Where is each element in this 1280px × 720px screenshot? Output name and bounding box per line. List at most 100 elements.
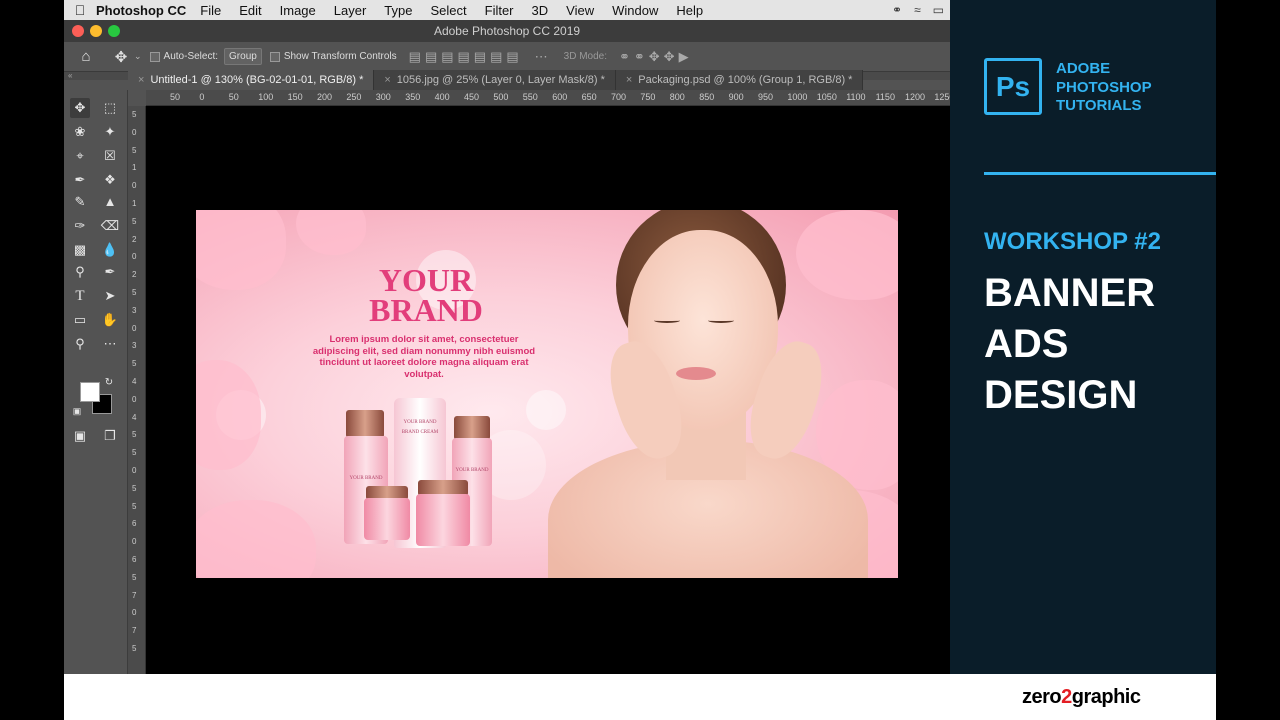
menu-edit[interactable]: Edit <box>239 3 261 18</box>
ruler-tick-label: 1 <box>132 199 137 208</box>
default-colors-icon[interactable]: ▣ <box>70 404 84 418</box>
menu-select[interactable]: Select <box>430 3 466 18</box>
rectangle-tool-icon[interactable]: ▭ <box>70 310 90 330</box>
canvas-pasteboard[interactable]: YOUR BRAND Lorem ipsum dolor sit amet, c… <box>146 106 950 674</box>
bottom-strip: zero2graphic <box>64 674 1216 720</box>
zoom-window-button[interactable] <box>108 25 120 37</box>
creative-cloud-icon[interactable]: ⚭ <box>892 3 902 17</box>
minimize-window-button[interactable] <box>90 25 102 37</box>
magic-wand-tool-icon[interactable]: ✦ <box>100 122 120 142</box>
edit-toolbar-icon[interactable]: ⋯ <box>100 334 120 354</box>
ruler-tick-label: 350 <box>405 92 421 102</box>
ruler-tick-label: 0 <box>132 608 137 618</box>
align-icons[interactable]: ▤▤▤▤▤▤▤ <box>409 49 523 65</box>
menu-layer[interactable]: Layer <box>334 3 367 18</box>
hand-tool-icon[interactable]: ✋ <box>100 310 120 330</box>
ruler-tick-label: 650 <box>581 92 597 102</box>
ruler-tick-label: 3 <box>132 341 137 351</box>
model-lips <box>676 367 716 380</box>
clone-stamp-tool-icon[interactable]: ▲ <box>100 192 120 212</box>
wifi-icon[interactable]: ≈ <box>914 3 921 17</box>
home-icon[interactable]: ⌂ <box>64 48 108 65</box>
ruler-tick-label: 5 <box>132 448 137 458</box>
tab-untitled-1[interactable]: × Untitled-1 @ 130% (BG-02-01-01, RGB/8) … <box>128 70 375 90</box>
apple-icon[interactable]:  <box>64 2 96 18</box>
close-tab-icon[interactable]: × <box>626 74 632 86</box>
large-jar-product <box>416 494 470 546</box>
tutorial-sidebar: Ps ADOBE PHOTOSHOP TUTORIALS WORKSHOP #2… <box>950 0 1216 674</box>
menu-type[interactable]: Type <box>384 3 412 18</box>
banner-body-text: Lorem ipsum dolor sit amet, consectetuer… <box>312 334 536 380</box>
auto-select-dropdown[interactable]: Group <box>224 48 262 65</box>
menu-help[interactable]: Help <box>676 3 703 18</box>
close-tab-icon[interactable]: × <box>138 74 144 86</box>
blossom-decoration <box>796 210 898 300</box>
marquee-tool-icon[interactable]: ⬚ <box>100 98 120 118</box>
foreground-color-swatch[interactable] <box>80 382 100 402</box>
3d-mode-icons[interactable]: ⚭⚭✥✥▶ <box>619 49 693 65</box>
blur-tool-icon[interactable]: 💧 <box>100 240 120 260</box>
ruler-tick-label: 300 <box>375 92 391 102</box>
battery-icon[interactable]: ▭ <box>933 3 944 17</box>
menu-filter[interactable]: Filter <box>485 3 514 18</box>
swap-colors-icon[interactable]: ↻ <box>102 376 116 390</box>
menu-view[interactable]: View <box>566 3 594 18</box>
menu-window[interactable]: Window <box>612 3 658 18</box>
menu-file[interactable]: File <box>200 3 221 18</box>
zoom-tool-icon[interactable]: ⚲ <box>70 334 90 354</box>
eyedropper-tool-icon[interactable]: ✒ <box>70 170 90 190</box>
ruler-tick-label: 900 <box>728 92 744 102</box>
bottle-label: YOUR BRAND <box>349 476 383 481</box>
ruler-tick-label: 5 <box>132 359 137 369</box>
banner-artwork[interactable]: YOUR BRAND Lorem ipsum dolor sit amet, c… <box>196 210 898 578</box>
ruler-tick-label: 700 <box>611 92 627 102</box>
menu-image[interactable]: Image <box>280 3 316 18</box>
type-tool-icon[interactable]: T <box>70 286 90 306</box>
tab-label: Packaging.psd @ 100% (Group 1, RGB/8) * <box>638 74 853 86</box>
tutorial-brand: ADOBE PHOTOSHOP TUTORIALS <box>1056 60 1152 116</box>
brand-line: TUTORIALS <box>1056 97 1142 114</box>
auto-select-checkbox[interactable] <box>149 51 160 62</box>
ruler-tick-label: 150 <box>287 92 303 102</box>
crop-tool-icon[interactable]: ⌖ <box>70 146 90 166</box>
ruler-tick-label: 500 <box>493 92 509 102</box>
ruler-tick-label: 2 <box>132 234 137 244</box>
bottle-cap <box>346 410 384 438</box>
blossom-decoration <box>296 210 366 255</box>
show-transform-checkbox[interactable] <box>269 51 280 62</box>
ruler-tick-label: 200 <box>317 92 333 102</box>
ruler-tick-label: 5 <box>132 430 137 440</box>
eraser-tool-icon[interactable]: ⌫ <box>100 216 120 236</box>
quick-mask-icon[interactable]: ▣ <box>70 426 90 446</box>
tab-packaging-psd[interactable]: × Packaging.psd @ 100% (Group 1, RGB/8) * <box>615 70 864 90</box>
brand-title-line2: BRAND <box>369 292 483 328</box>
move-tool-icon[interactable]: ✥ <box>108 48 134 66</box>
ruler-tick-label: 5 <box>132 110 137 119</box>
gradient-tool-icon[interactable]: ▩ <box>70 240 90 260</box>
tube-label: YOUR BRAND <box>403 420 437 425</box>
small-jar-product <box>364 498 410 540</box>
tool-preset-chevron-icon[interactable]: ⌄ <box>134 51 142 62</box>
brush-tool-icon[interactable]: ✎ <box>70 192 90 212</box>
move-tool-icon[interactable]: ✥ <box>70 98 90 118</box>
screen-mode-icon[interactable]: ❐ <box>100 426 120 446</box>
close-window-button[interactable] <box>72 25 84 37</box>
3d-mode-label: 3D Mode: <box>563 51 607 62</box>
lasso-tool-icon[interactable]: ❀ <box>70 122 90 142</box>
frame-tool-icon[interactable]: ☒ <box>100 146 120 166</box>
blossom-decoration <box>196 210 286 290</box>
history-brush-tool-icon[interactable]: ✑ <box>70 216 90 236</box>
more-options-icon[interactable]: ⋯ <box>535 49 552 65</box>
close-tab-icon[interactable]: × <box>384 74 390 86</box>
ruler-tick-label: 5 <box>132 145 137 155</box>
tab-1056-jpg[interactable]: × 1056.jpg @ 25% (Layer 0, Layer Mask/8) … <box>374 70 616 90</box>
dodge-tool-icon[interactable]: ⚲ <box>70 262 90 282</box>
ruler-tick-label: 1050 <box>816 92 837 102</box>
healing-brush-tool-icon[interactable]: ❖ <box>100 170 120 190</box>
menu-app-name[interactable]: Photoshop CC <box>96 3 186 18</box>
ruler-tick-label: 6 <box>132 555 137 564</box>
path-selection-tool-icon[interactable]: ➤ <box>100 286 120 306</box>
tab-label: 1056.jpg @ 25% (Layer 0, Layer Mask/8) * <box>396 74 605 86</box>
menu-3d[interactable]: 3D <box>532 3 549 18</box>
pen-tool-icon[interactable]: ✒ <box>100 262 120 282</box>
